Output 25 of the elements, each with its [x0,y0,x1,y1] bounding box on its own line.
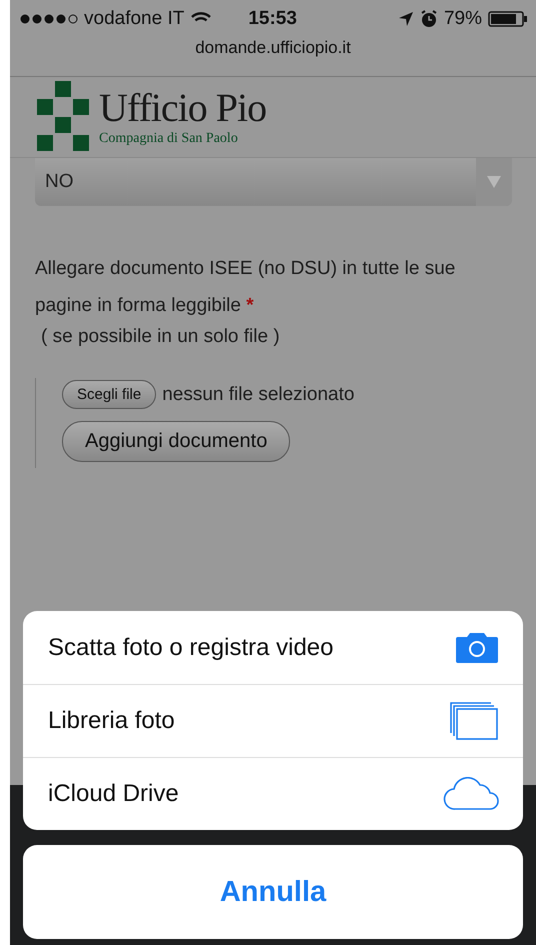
add-document-button[interactable]: Aggiungi documento [62,421,290,462]
action-sheet-option[interactable]: Scatta foto o registra video [23,611,523,684]
choose-file-button[interactable]: Scegli file [62,380,156,409]
camera-icon [455,630,499,664]
photo-stack-icon [449,701,499,741]
location-arrow-icon [398,11,414,27]
carrier-name: vodafone IT [84,8,184,30]
url-text[interactable]: domande.ufficiopio.it [195,38,351,58]
field-label: Allegare documento ISEE (no DSU) in tutte le sue pagine in forma leggibile * [35,257,456,318]
dropdown-arrow-icon [487,176,501,188]
alarm-clock-icon [420,10,438,28]
battery-icon [488,11,528,27]
clock-time: 15:53 [248,8,298,30]
field-note: ( se possibile in un solo file ) [41,326,281,348]
signal-strength-icon [20,14,78,24]
cancel-button[interactable]: Annulla [23,845,523,939]
cloud-icon [443,777,499,811]
file-status: nessun file selezionato [162,384,354,406]
battery-percentage: 79% [444,8,482,30]
logo-checker-icon [37,81,91,153]
logo-title: Ufficio Pio [99,85,266,131]
dropdown-select[interactable]: NO [35,158,512,206]
logo-subtitle: Compagnia di San Paolo [99,131,239,147]
action-sheet-option[interactable]: Libreria foto [23,684,523,757]
action-sheet-option[interactable]: iCloud Drive [23,757,523,830]
